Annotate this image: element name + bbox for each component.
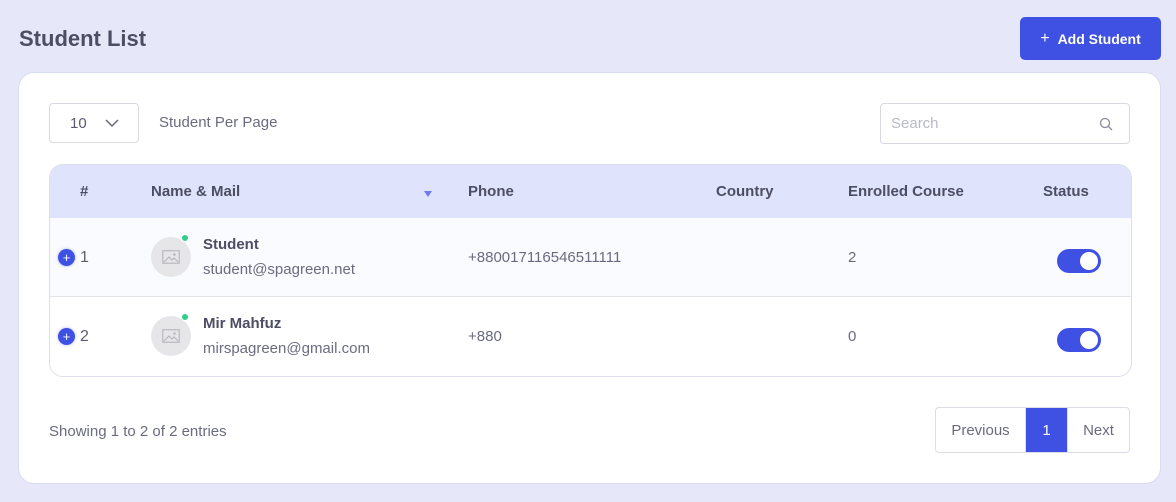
search-icon[interactable] (1099, 117, 1113, 131)
enrolled-course-count: 2 (848, 249, 857, 266)
image-placeholder-icon (162, 329, 180, 343)
enrolled-course-count: 0 (848, 328, 857, 345)
per-page-label: Student Per Page (159, 114, 278, 131)
plus-icon: + (1040, 29, 1050, 47)
table-row: + 2 Mir Mahfuz mirspagreen@gmail.com +88… (50, 297, 1131, 376)
image-placeholder-icon (162, 250, 180, 264)
column-header-status[interactable]: Status (1043, 183, 1089, 200)
chevron-down-icon (105, 119, 119, 127)
status-toggle[interactable] (1057, 249, 1101, 273)
status-toggle[interactable] (1057, 328, 1101, 352)
student-phone: +880 (468, 328, 502, 345)
online-status-dot (181, 234, 189, 242)
table-header: # Name & Mail Phone Country Enrolled Cou… (50, 165, 1131, 218)
column-header-name-mail[interactable]: Name & Mail (151, 183, 240, 200)
student-email: mirspagreen@gmail.com (203, 340, 370, 357)
pagination: Previous 1 Next (935, 407, 1130, 453)
next-page-button[interactable]: Next (1067, 408, 1129, 452)
column-header-enrolled-course[interactable]: Enrolled Course (848, 183, 964, 200)
expand-row-button[interactable]: + (58, 249, 75, 266)
page-title: Student List (19, 26, 147, 51)
column-header-country[interactable]: Country (716, 183, 774, 200)
avatar (151, 237, 191, 277)
student-name: Student (203, 236, 259, 253)
toggle-knob (1080, 331, 1098, 349)
entries-info: Showing 1 to 2 of 2 entries (49, 423, 227, 440)
student-phone: +880017116546511111 (468, 249, 622, 266)
row-number: 1 (80, 249, 89, 266)
student-name: Mir Mahfuz (203, 315, 282, 332)
student-email: student@spagreen.net (203, 261, 355, 278)
add-student-label: Add Student (1057, 30, 1141, 47)
previous-page-button[interactable]: Previous (936, 408, 1026, 452)
avatar (151, 316, 191, 356)
search-box (880, 103, 1130, 144)
page-1-button[interactable]: 1 (1026, 408, 1067, 452)
add-student-button[interactable]: + Add Student (1020, 17, 1161, 60)
toggle-knob (1080, 252, 1098, 270)
expand-row-button[interactable]: + (58, 328, 75, 345)
students-table: # Name & Mail Phone Country Enrolled Cou… (49, 164, 1132, 377)
column-header-number[interactable]: # (80, 183, 88, 200)
sort-down-icon[interactable] (424, 191, 432, 197)
per-page-select[interactable]: 10 (49, 103, 139, 143)
per-page-value: 10 (70, 114, 87, 132)
row-number: 2 (80, 328, 89, 345)
search-input[interactable] (881, 104, 1091, 143)
column-header-phone[interactable]: Phone (468, 183, 514, 200)
student-list-card: 10 Student Per Page # Name & Mail Phone … (18, 72, 1161, 484)
table-row: + 1 Student student@spagreen.net +880017… (50, 218, 1131, 297)
online-status-dot (181, 313, 189, 321)
